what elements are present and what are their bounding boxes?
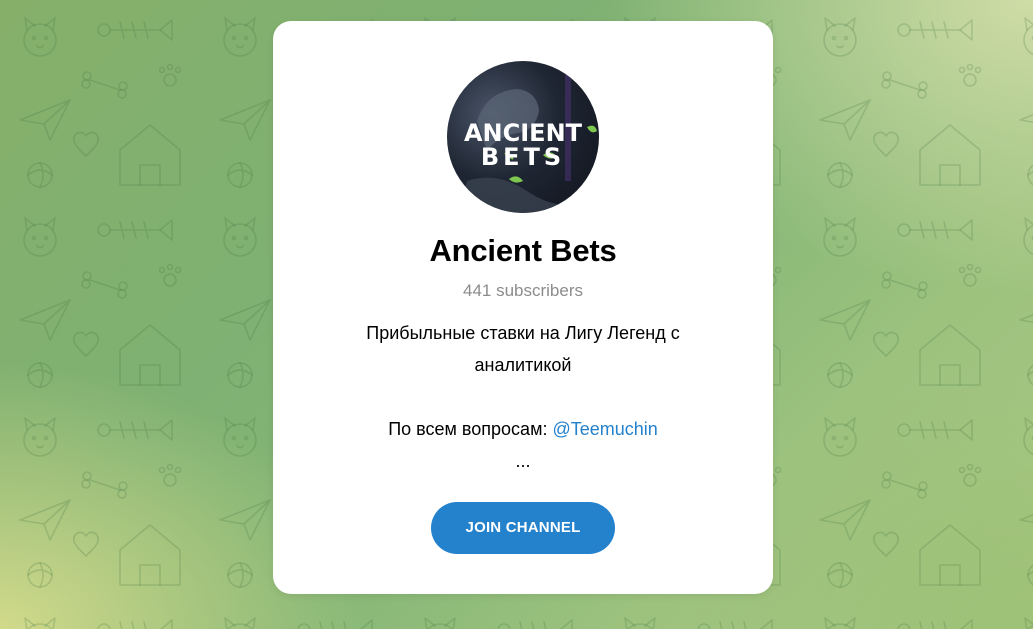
description-line-2: аналитикой [474,355,572,375]
description-line-1: Прибыльные ставки на Лигу Легенд с [366,323,680,343]
channel-title: Ancient Bets [429,233,617,268]
subscriber-count: 441 subscribers [462,281,583,300]
join-channel-button[interactable]: JOIN CHANNEL [431,502,615,554]
channel-card: ANCIENT BETS Ancient Bets 441 subscriber… [273,21,773,594]
description-spacer [313,381,733,413]
contact-prefix: По всем вопросам: [388,419,553,439]
description-ellipsis: ... [515,451,531,471]
contact-handle-link[interactable]: @Teemuchin [552,419,657,439]
avatar-text-line2: BETS [481,143,565,171]
contact-line: По всем вопросам: @Teemuchin [313,413,733,445]
channel-avatar: ANCIENT BETS [447,61,599,213]
channel-description: Прибыльные ставки на Лигу Легенд с анали… [313,317,733,477]
